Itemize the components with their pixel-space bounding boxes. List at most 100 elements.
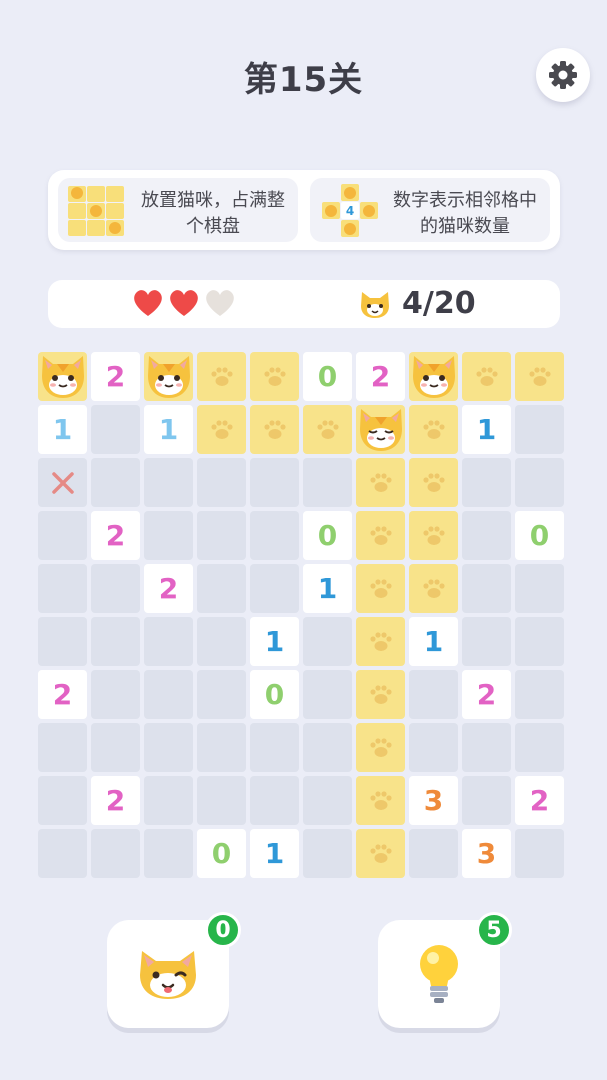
board-cell-empty[interactable] (197, 617, 246, 666)
board-cell-empty[interactable] (462, 776, 511, 825)
board-cell-empty[interactable] (38, 511, 87, 560)
board-cell-empty[interactable] (91, 564, 140, 613)
board-cell-paw[interactable] (197, 352, 246, 401)
board-cell-empty[interactable] (515, 670, 564, 719)
board-cell-paw[interactable] (409, 405, 458, 454)
board-cell-empty[interactable] (515, 564, 564, 613)
board-cell-marked[interactable] (38, 458, 87, 507)
board-cell-empty[interactable] (144, 458, 193, 507)
board-cell-number[interactable]: 2 (356, 352, 405, 401)
board-cell-paw[interactable] (409, 564, 458, 613)
board-cell-paw[interactable] (409, 511, 458, 560)
board-cell-empty[interactable] (144, 617, 193, 666)
board-cell-cat[interactable] (409, 352, 458, 401)
board-cell-empty[interactable] (250, 776, 299, 825)
board-cell-empty[interactable] (303, 776, 352, 825)
board-cell-paw[interactable] (356, 723, 405, 772)
board-cell-number[interactable]: 0 (250, 670, 299, 719)
board-cell-paw[interactable] (197, 405, 246, 454)
board-cell-empty[interactable] (303, 617, 352, 666)
board-cell-empty[interactable] (515, 723, 564, 772)
board-cell-empty[interactable] (303, 458, 352, 507)
board-cell-number[interactable]: 0 (515, 511, 564, 560)
board-cell-paw[interactable] (356, 670, 405, 719)
board-cell-empty[interactable] (250, 723, 299, 772)
board-cell-empty[interactable] (462, 617, 511, 666)
board-cell-empty[interactable] (515, 617, 564, 666)
board-cell-paw[interactable] (462, 352, 511, 401)
board-cell-number[interactable]: 1 (38, 405, 87, 454)
board-cell-empty[interactable] (515, 458, 564, 507)
board-cell-empty[interactable] (462, 511, 511, 560)
board-cell-paw[interactable] (356, 776, 405, 825)
board-cell-paw[interactable] (515, 352, 564, 401)
board-cell-empty[interactable] (303, 670, 352, 719)
board-cell-number[interactable]: 2 (91, 511, 140, 560)
board-cell-number[interactable]: 1 (250, 617, 299, 666)
board-cell-number[interactable]: 2 (144, 564, 193, 613)
board-cell-empty[interactable] (91, 617, 140, 666)
board-cell-empty[interactable] (409, 829, 458, 878)
cat-hint-button[interactable]: 0 (107, 912, 241, 1028)
board-cell-empty[interactable] (250, 458, 299, 507)
board-cell-empty[interactable] (409, 670, 458, 719)
board-cell-paw[interactable] (250, 352, 299, 401)
board-cell-empty[interactable] (144, 723, 193, 772)
board-cell-paw[interactable] (303, 405, 352, 454)
board-cell-empty[interactable] (462, 458, 511, 507)
board-cell-cat[interactable] (356, 405, 405, 454)
board-cell-empty[interactable] (38, 829, 87, 878)
board-cell-number[interactable]: 2 (38, 670, 87, 719)
board-cell-number[interactable]: 2 (91, 352, 140, 401)
board-cell-number[interactable]: 0 (303, 511, 352, 560)
board-cell-empty[interactable] (303, 723, 352, 772)
board-cell-empty[interactable] (303, 829, 352, 878)
board-cell-paw[interactable] (356, 564, 405, 613)
board-cell-empty[interactable] (144, 511, 193, 560)
board-cell-empty[interactable] (144, 670, 193, 719)
board-cell-paw[interactable] (356, 829, 405, 878)
board-cell-number[interactable]: 0 (303, 352, 352, 401)
board-cell-empty[interactable] (38, 723, 87, 772)
board-cell-empty[interactable] (38, 776, 87, 825)
board-cell-empty[interactable] (515, 829, 564, 878)
board-cell-empty[interactable] (91, 723, 140, 772)
board-cell-empty[interactable] (462, 723, 511, 772)
board-cell-number[interactable]: 2 (91, 776, 140, 825)
board-cell-empty[interactable] (38, 617, 87, 666)
settings-button[interactable] (536, 48, 590, 102)
board-cell-empty[interactable] (515, 405, 564, 454)
board-cell-paw[interactable] (409, 458, 458, 507)
board-cell-number[interactable]: 3 (462, 829, 511, 878)
board-cell-empty[interactable] (91, 829, 140, 878)
board-cell-empty[interactable] (91, 405, 140, 454)
board-cell-empty[interactable] (91, 670, 140, 719)
board-cell-empty[interactable] (197, 458, 246, 507)
board-cell-empty[interactable] (197, 723, 246, 772)
board-cell-number[interactable]: 2 (462, 670, 511, 719)
board-cell-number[interactable]: 1 (462, 405, 511, 454)
board-cell-number[interactable]: 1 (409, 617, 458, 666)
board-cell-cat[interactable] (144, 352, 193, 401)
board-cell-empty[interactable] (91, 458, 140, 507)
board-cell-empty[interactable] (144, 776, 193, 825)
board-cell-number[interactable]: 1 (250, 829, 299, 878)
board-cell-paw[interactable] (356, 458, 405, 507)
board-cell-empty[interactable] (197, 564, 246, 613)
board-cell-empty[interactable] (409, 723, 458, 772)
lightbulb-hint-button[interactable]: 5 (378, 912, 512, 1028)
board-cell-paw[interactable] (356, 617, 405, 666)
board-cell-empty[interactable] (250, 511, 299, 560)
board-cell-empty[interactable] (144, 829, 193, 878)
board-cell-number[interactable]: 3 (409, 776, 458, 825)
board-cell-number[interactable]: 0 (197, 829, 246, 878)
board-cell-number[interactable]: 1 (144, 405, 193, 454)
board-cell-number[interactable]: 1 (303, 564, 352, 613)
board-cell-empty[interactable] (197, 511, 246, 560)
board-cell-paw[interactable] (250, 405, 299, 454)
board-cell-paw[interactable] (356, 511, 405, 560)
board-cell-empty[interactable] (197, 776, 246, 825)
board-cell-empty[interactable] (38, 564, 87, 613)
board-cell-empty[interactable] (250, 564, 299, 613)
board-cell-number[interactable]: 2 (515, 776, 564, 825)
